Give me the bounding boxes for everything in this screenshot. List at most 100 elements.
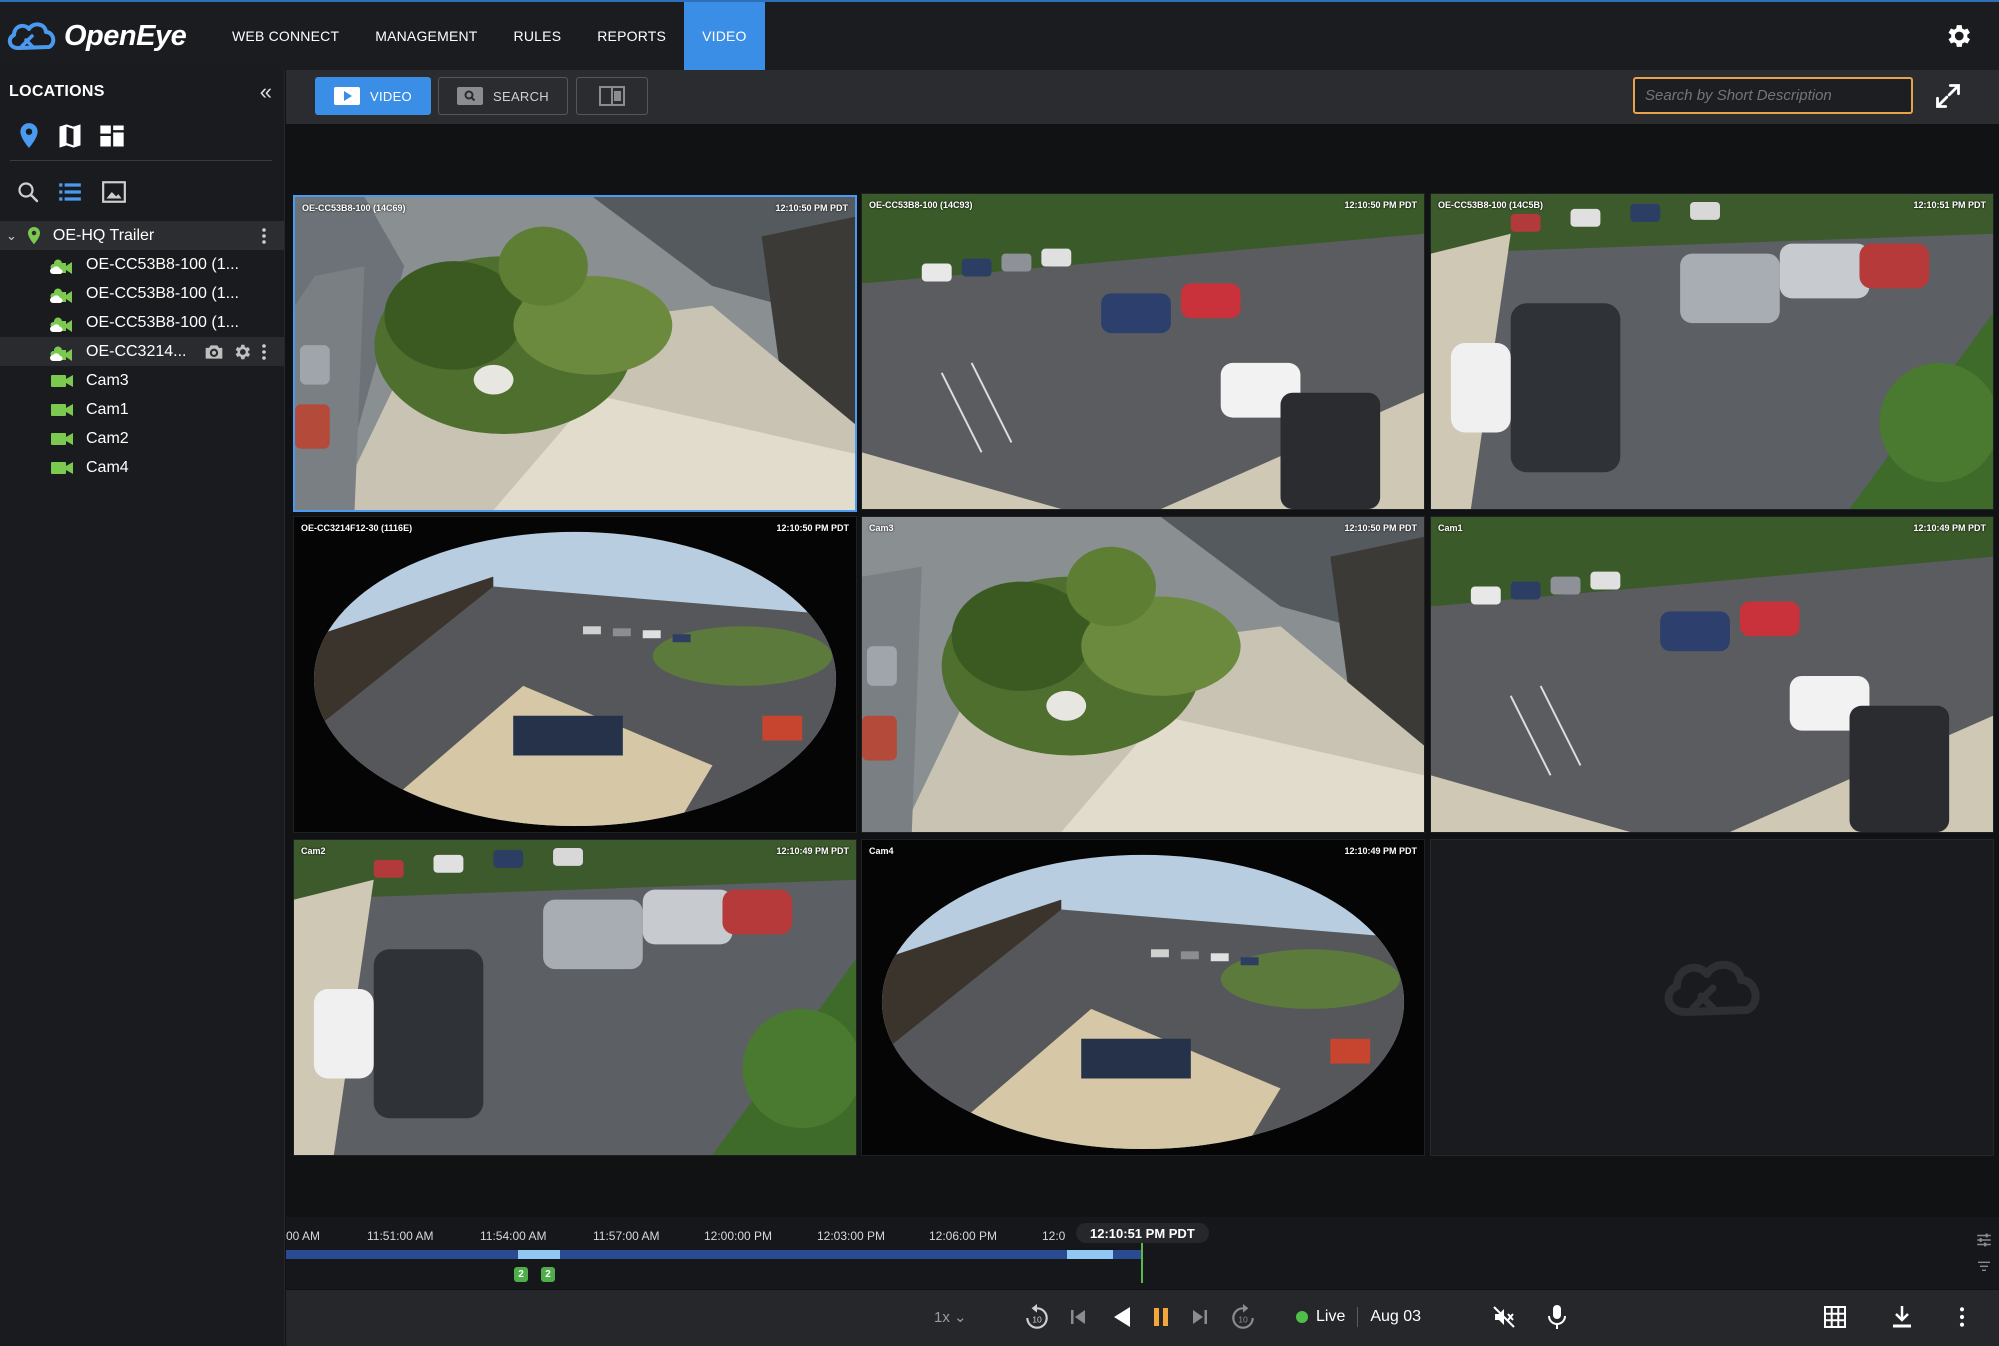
live-indicator-dot xyxy=(1296,1311,1308,1323)
location-pin-icon xyxy=(27,226,40,244)
truck-parking-camera-feed xyxy=(294,840,856,1155)
recording-track[interactable] xyxy=(286,1250,1141,1259)
search-mode-label: SEARCH xyxy=(493,88,549,104)
search-mode-button[interactable]: SEARCH xyxy=(438,77,568,115)
tree-item-label: Cam3 xyxy=(86,371,129,389)
video-tile[interactable]: OE-CC53B8-100 (14C69) 12:10:50 PM PDT xyxy=(293,195,857,512)
sidebar-view-switcher xyxy=(10,114,272,161)
courtyard-camera-feed xyxy=(862,517,1424,832)
video-tile[interactable]: Cam4 12:10:49 PM PDT xyxy=(861,839,1425,1156)
tree-item-label: Cam1 xyxy=(86,400,129,418)
speaker-muted-icon[interactable] xyxy=(1491,1305,1517,1329)
locations-sidebar: LOCATIONS « ⌄ OE-HQ Trailer OE-CC53B8-10… xyxy=(0,70,285,1346)
camera-timestamp: 12:10:49 PM PDT xyxy=(1344,846,1417,856)
brand-logo[interactable]: OpenEye xyxy=(0,2,214,70)
nav-management[interactable]: MANAGEMENT xyxy=(357,2,495,70)
forward-10-seconds-icon[interactable]: 10 xyxy=(1230,1304,1256,1332)
timeline-playhead[interactable] xyxy=(1141,1243,1143,1283)
timeline-tick-label: 12:03:00 PM xyxy=(817,1229,886,1243)
more-options-kebab-icon[interactable] xyxy=(1958,1306,1966,1328)
nav-video[interactable]: VIDEO xyxy=(684,2,765,70)
tree-item-camera[interactable]: OE-CC53B8-100 (1... xyxy=(0,250,284,279)
kebab-menu-icon[interactable] xyxy=(260,342,268,362)
split-view-icon xyxy=(599,86,625,106)
camera-timestamp: 12:10:50 PM PDT xyxy=(775,203,848,213)
parking-lot-camera-feed xyxy=(1431,517,1993,832)
recording-segment-highlight[interactable] xyxy=(518,1250,560,1259)
reverse-play-icon[interactable] xyxy=(1112,1305,1132,1329)
event-marker[interactable]: 2 xyxy=(514,1267,528,1282)
playback-date[interactable]: Aug 03 xyxy=(1370,1308,1421,1326)
tree-item-camera[interactable]: Cam3 xyxy=(0,366,284,395)
camera-timestamp: 12:10:50 PM PDT xyxy=(1344,200,1417,210)
fullscreen-expand-icon[interactable] xyxy=(1934,82,1962,110)
fisheye-camera-feed xyxy=(862,840,1424,1155)
pause-icon[interactable] xyxy=(1152,1306,1170,1328)
grid-layout-icon[interactable] xyxy=(1823,1305,1847,1329)
video-tile[interactable]: OE-CC53B8-100 (14C93) 12:10:50 PM PDT xyxy=(861,193,1425,510)
empty-video-slot[interactable] xyxy=(1430,839,1994,1156)
live-status[interactable]: Live Aug 03 xyxy=(1296,1307,1421,1327)
video-mode-button[interactable]: VIDEO xyxy=(315,77,431,115)
settings-gear-icon[interactable] xyxy=(1943,21,1973,51)
video-toolbar: VIDEO SEARCH xyxy=(286,70,1999,124)
download-icon[interactable] xyxy=(1890,1304,1914,1330)
video-tile[interactable]: Cam2 12:10:49 PM PDT xyxy=(293,839,857,1156)
forward-seconds-text: 10 xyxy=(1238,1314,1248,1324)
camera-name-label: Cam1 xyxy=(1438,523,1463,533)
camera-settings-gear-icon[interactable] xyxy=(232,342,252,362)
dashboard-layout-icon[interactable] xyxy=(98,122,126,150)
tree-root-oe-hq-trailer[interactable]: ⌄ OE-HQ Trailer xyxy=(0,221,284,250)
video-tile[interactable]: OE-CC53B8-100 (14C5B) 12:10:51 PM PDT xyxy=(1430,193,1994,510)
timeline-tick-label: 12:06:00 PM xyxy=(929,1229,998,1243)
tree-item-camera[interactable]: Cam2 xyxy=(0,424,284,453)
camera-timestamp: 12:10:51 PM PDT xyxy=(1913,200,1986,210)
main-nav: WEB CONNECT MANAGEMENT RULES REPORTS VID… xyxy=(214,2,765,70)
map-pin-icon[interactable] xyxy=(16,122,42,150)
map-icon[interactable] xyxy=(56,122,84,150)
snapshot-camera-icon[interactable] xyxy=(204,343,224,361)
microphone-icon[interactable] xyxy=(1546,1304,1568,1330)
search-icon[interactable] xyxy=(16,179,40,205)
list-view-icon[interactable] xyxy=(56,179,84,205)
camera-icon xyxy=(51,432,73,445)
camera-icon xyxy=(51,461,73,474)
parking-lot-camera-feed xyxy=(862,194,1424,509)
camera-timestamp: 12:10:49 PM PDT xyxy=(776,846,849,856)
sidebar-header: LOCATIONS « xyxy=(0,70,284,114)
top-navigation-bar: OpenEye WEB CONNECT MANAGEMENT RULES REP… xyxy=(0,0,1999,70)
collapse-sidebar-icon[interactable]: « xyxy=(260,79,272,105)
step-back-icon[interactable] xyxy=(1070,1308,1086,1326)
step-forward-icon[interactable] xyxy=(1192,1308,1208,1326)
rewind-10-seconds-icon[interactable]: 10 xyxy=(1024,1304,1050,1332)
compare-view-button[interactable] xyxy=(576,77,648,115)
nav-web-connect[interactable]: WEB CONNECT xyxy=(214,2,357,70)
video-tile[interactable]: OE-CC3214F12-30 (1116E) 12:10:50 PM PDT xyxy=(293,516,857,833)
short-description-search-input[interactable] xyxy=(1633,77,1913,114)
tree-item-camera[interactable]: OE-CC3214... xyxy=(0,337,284,366)
live-label: Live xyxy=(1316,1308,1346,1325)
timeline-adjust-icon[interactable] xyxy=(1975,1231,1993,1249)
tree-item-camera[interactable]: OE-CC53B8-100 (1... xyxy=(0,279,284,308)
camera-name-label: Cam2 xyxy=(301,846,326,856)
playback-timeline[interactable]: 00 AM 11:51:00 AM 11:54:00 AM 11:57:00 A… xyxy=(286,1217,1999,1289)
nav-rules[interactable]: RULES xyxy=(496,2,580,70)
video-tile[interactable]: Cam3 12:10:50 PM PDT xyxy=(861,516,1425,833)
camera-name-label: OE-CC53B8-100 (14C69) xyxy=(302,203,406,213)
timeline-tick-label: 11:57:00 AM xyxy=(593,1229,660,1243)
recording-segment-highlight[interactable] xyxy=(1067,1250,1113,1259)
tree-item-camera[interactable]: Cam4 xyxy=(0,453,284,482)
timeline-filter-icon[interactable] xyxy=(1975,1259,1993,1275)
tree-item-camera[interactable]: Cam1 xyxy=(0,395,284,424)
kebab-menu-icon[interactable] xyxy=(260,226,268,246)
camera-name-label: Cam4 xyxy=(869,846,894,856)
playback-speed-select[interactable]: 1x ⌄ xyxy=(934,1308,967,1326)
image-view-icon[interactable] xyxy=(100,179,128,205)
chevron-down-icon[interactable]: ⌄ xyxy=(6,228,17,244)
timeline-tick-label: 11:51:00 AM xyxy=(367,1229,434,1243)
video-tile[interactable]: Cam1 12:10:49 PM PDT xyxy=(1430,516,1994,833)
camera-timestamp: 12:10:50 PM PDT xyxy=(1344,523,1417,533)
tree-item-camera[interactable]: OE-CC53B8-100 (1... xyxy=(0,308,284,337)
event-marker[interactable]: 2 xyxy=(541,1267,555,1282)
nav-reports[interactable]: REPORTS xyxy=(579,2,684,70)
